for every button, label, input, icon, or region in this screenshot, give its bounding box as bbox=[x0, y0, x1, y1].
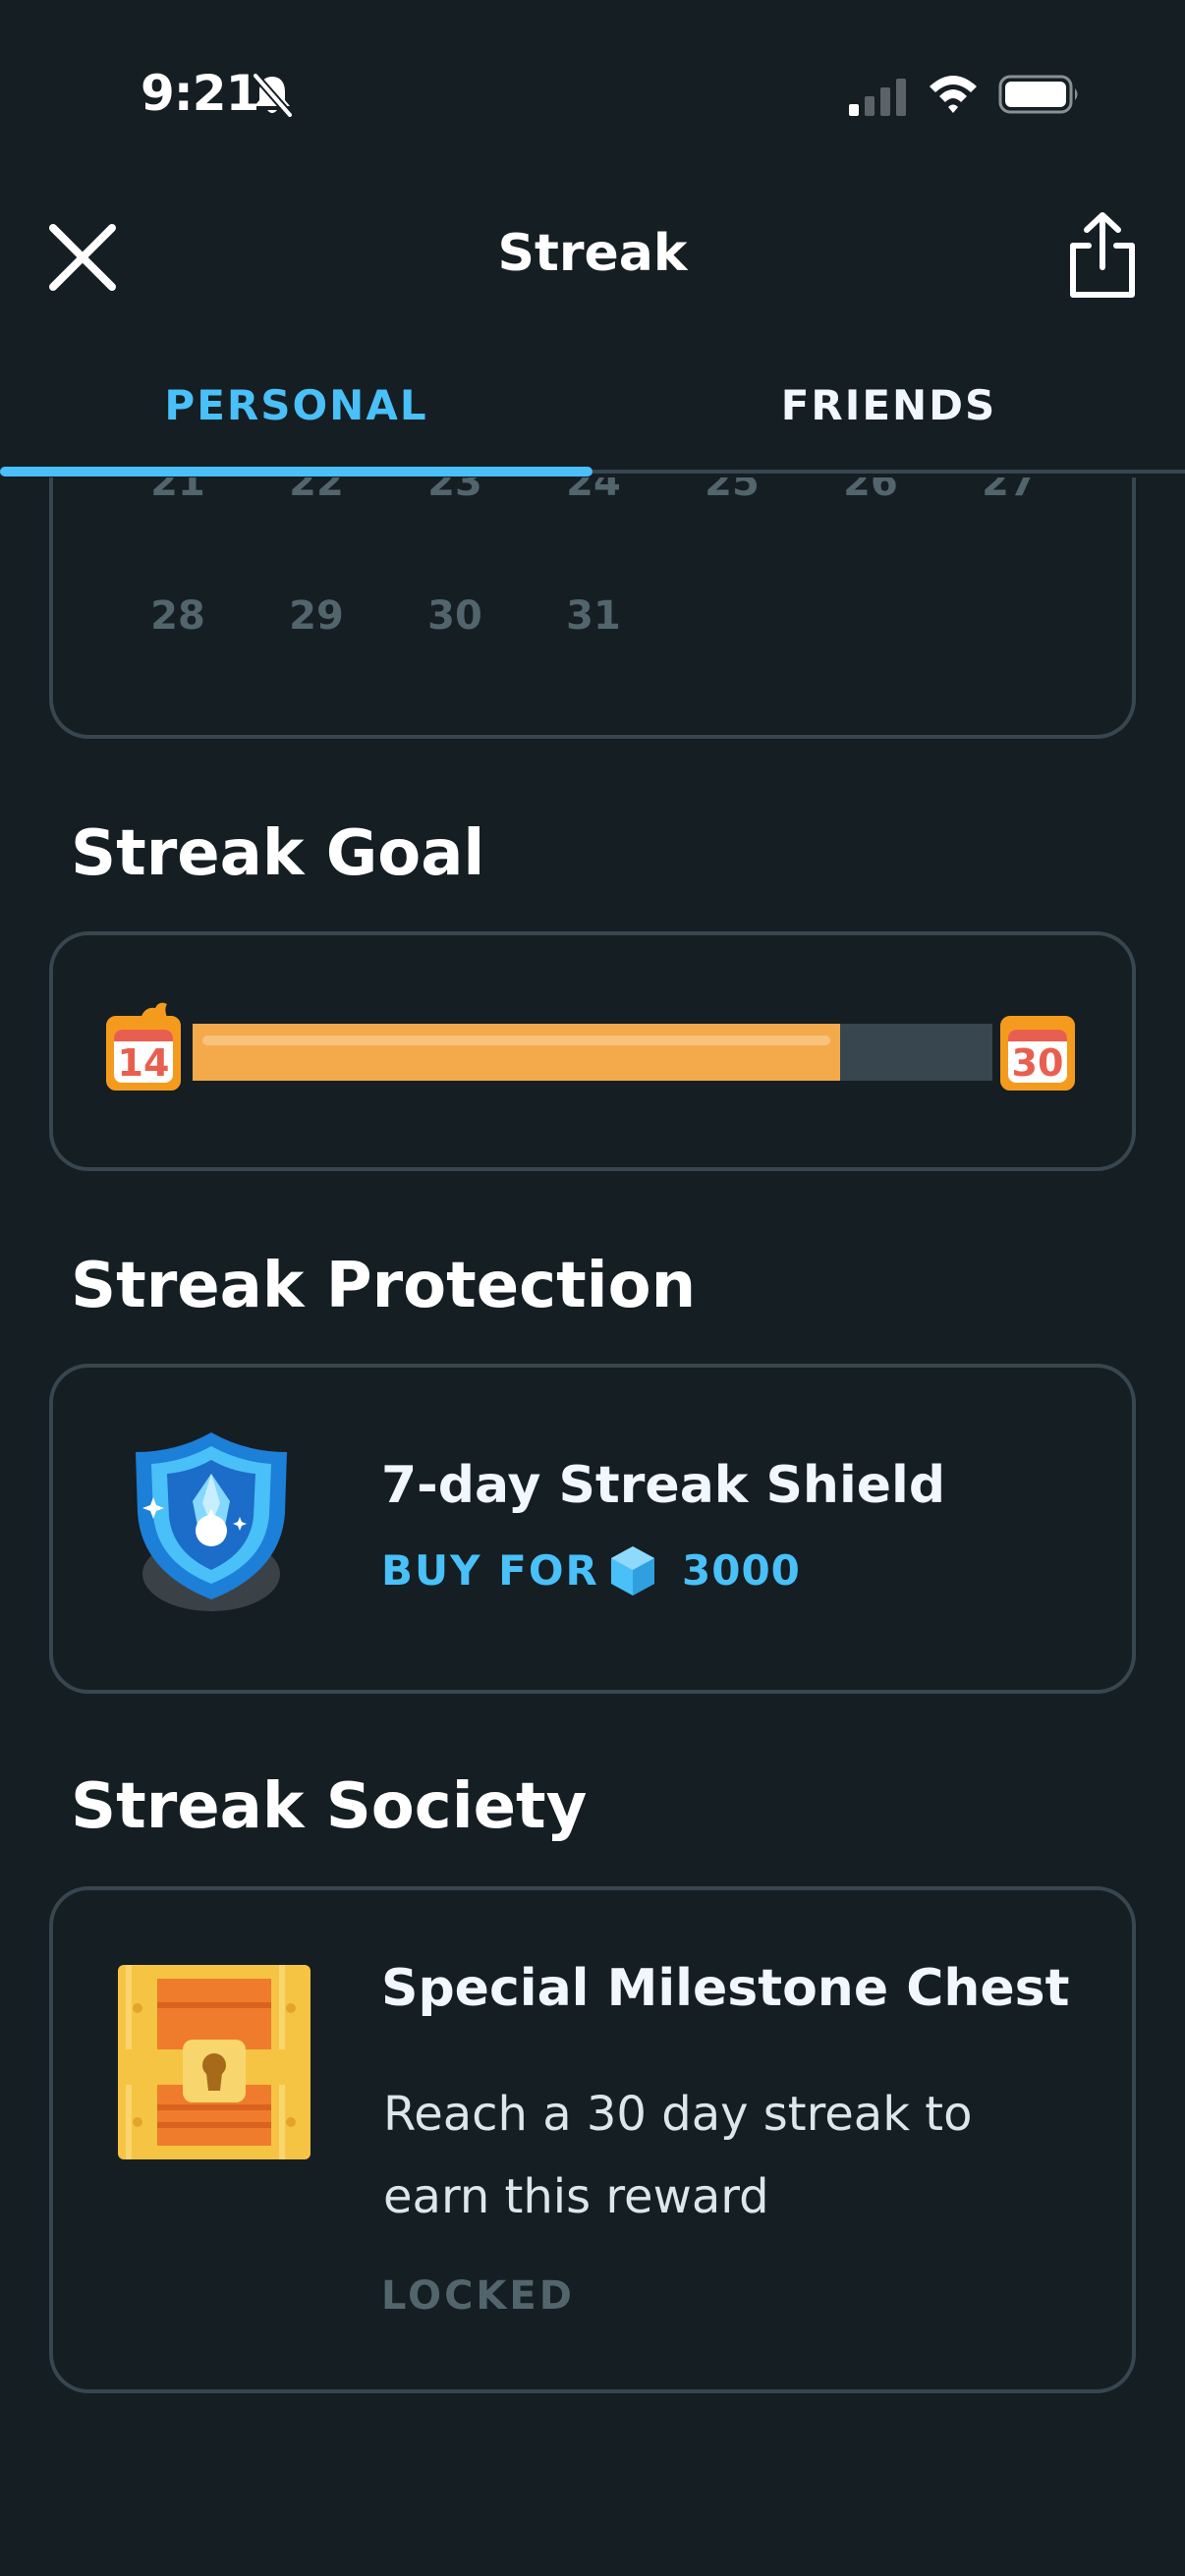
chest-description: Reach a 30 day streak to earn this rewar… bbox=[383, 2073, 1071, 2238]
tab-friends[interactable]: FRIENDS bbox=[592, 381, 1185, 429]
calendar-day: 31 bbox=[566, 593, 621, 639]
battery-icon bbox=[998, 75, 1078, 114]
goal-end-label: 30 bbox=[1011, 1041, 1064, 1083]
gem-icon bbox=[611, 1546, 654, 1596]
section-heading-streak-society: Streak Society bbox=[71, 1770, 588, 1843]
calendar-goal-icon: 30 bbox=[996, 1012, 1079, 1094]
treasure-chest-icon bbox=[118, 1965, 310, 2159]
active-tab-indicator bbox=[0, 467, 592, 476]
shield-item-title: 7-day Streak Shield bbox=[381, 1456, 946, 1515]
bell-muted-icon bbox=[252, 73, 294, 118]
goal-start-label: 14 bbox=[117, 1041, 170, 1083]
calendar-day: 28 bbox=[150, 593, 205, 639]
chest-description-line2: earn this reward bbox=[383, 2169, 769, 2224]
wifi-icon bbox=[930, 76, 977, 113]
calendar-start-icon: 14 bbox=[102, 1012, 185, 1094]
share-icon[interactable] bbox=[1065, 210, 1140, 301]
flame-tuft-icon bbox=[140, 1002, 169, 1022]
shield-price: 3000 bbox=[682, 1546, 801, 1595]
buy-label[interactable]: BUY FOR bbox=[381, 1546, 599, 1595]
page-title: Streak bbox=[497, 224, 688, 283]
calendar-day: 30 bbox=[427, 593, 482, 639]
cellular-signal-icon bbox=[849, 79, 906, 116]
section-heading-streak-goal: Streak Goal bbox=[71, 817, 485, 890]
tab-personal[interactable]: PERSONAL bbox=[0, 381, 592, 429]
goal-progress-fill bbox=[193, 1024, 840, 1081]
locked-status: LOCKED bbox=[381, 2273, 575, 2319]
calendar-day: 29 bbox=[289, 593, 344, 639]
chest-item-title: Special Milestone Chest bbox=[381, 1959, 1070, 2018]
shield-icon bbox=[136, 1432, 287, 1611]
status-time: 9:21 bbox=[141, 65, 259, 122]
section-heading-streak-protection: Streak Protection bbox=[71, 1250, 697, 1322]
chest-description-line1: Reach a 30 day streak to bbox=[383, 2087, 973, 2142]
goal-progress-highlight bbox=[202, 1036, 830, 1045]
